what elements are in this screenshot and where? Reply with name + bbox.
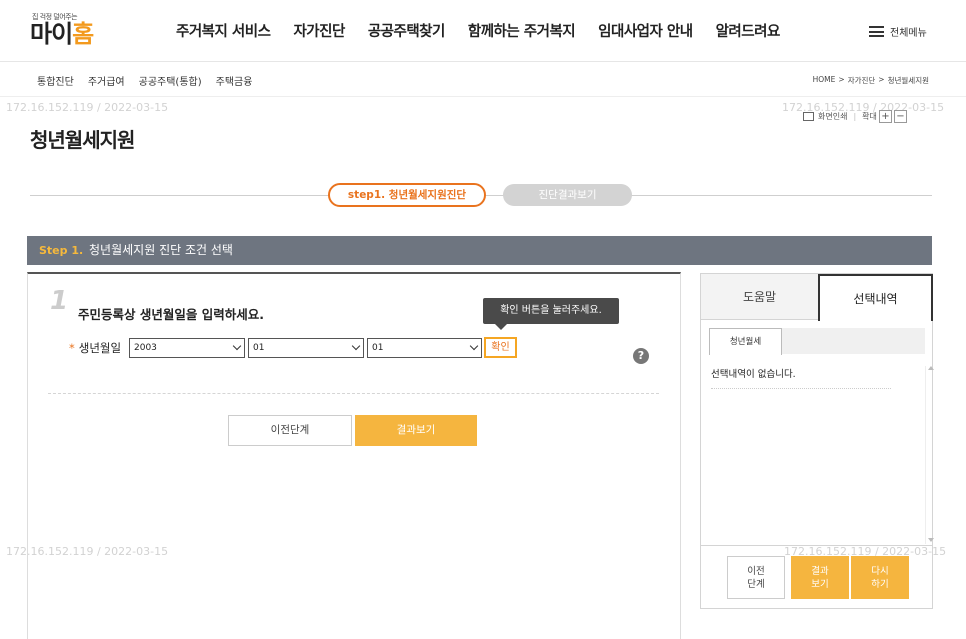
birth-year-value: 2003 (134, 343, 157, 353)
side-view-result-button[interactable]: 결과 보기 (791, 556, 849, 599)
gnb-item-housing-welfare[interactable]: 주거복지 서비스 (176, 20, 271, 41)
scroll-up-icon[interactable] (928, 366, 934, 370)
page-title: 청년월세지원 (30, 128, 135, 152)
watermark: 172.16.152.119 / 2022-03-15 (6, 101, 169, 114)
watermark: 172.16.152.119 / 2022-03-15 (784, 545, 947, 558)
section-step-number: Step 1. (39, 244, 84, 257)
breadcrumb-home[interactable]: HOME (813, 75, 836, 86)
tab-help[interactable]: 도움말 (701, 274, 818, 320)
gnb-item-together-welfare[interactable]: 함께하는 주거복지 (468, 20, 576, 41)
birthdate-label: * 생년월일 (69, 341, 122, 355)
site-header: 집 걱정 덜어주는 마이홈 주거복지 서비스 자가진단 공공주택찾기 함께하는 … (0, 0, 966, 62)
scroll-down-icon[interactable] (928, 538, 934, 542)
all-menu-label: 전체메뉴 (890, 28, 927, 39)
section-title: 청년월세지원 진단 조건 선택 (89, 243, 233, 257)
breadcrumb-current: 청년월세지원 (887, 76, 929, 85)
diagnosis-form-box (27, 272, 681, 639)
required-mark: * (69, 341, 75, 355)
step2-indicator: 진단결과보기 (503, 184, 632, 206)
side-panel: 도움말 선택내역 청년월세 선택내역이 없습니다. 이전 단계 결과 보기 다시 하기 (700, 273, 934, 609)
scrollbar[interactable] (925, 366, 934, 544)
site-logo[interactable]: 집 걱정 덜어주는 마이홈 (30, 12, 94, 48)
gnb-item-notices[interactable]: 알려드려요 (716, 20, 781, 41)
birth-day-select[interactable]: 01 (367, 338, 482, 358)
hamburger-icon (869, 26, 884, 37)
prev-step-button[interactable]: 이전단계 (228, 415, 352, 446)
breadcrumb-sep: > (878, 75, 885, 84)
side-prev-step-button[interactable]: 이전 단계 (727, 556, 785, 599)
chevron-down-icon (351, 341, 361, 351)
logo-brand-main: 마이 (30, 20, 73, 48)
birth-day-value: 01 (372, 343, 384, 353)
confirm-tooltip: 확인 버튼을 눌러주세요. (483, 298, 619, 330)
page-tools: 화면인쇄 | 확대 + − (803, 110, 907, 123)
print-button[interactable]: 화면인쇄 (818, 111, 847, 122)
breadcrumb-self-diagnosis[interactable]: 자가진단 (848, 75, 876, 86)
gnb-item-self-diagnosis[interactable]: 자가진단 (293, 20, 345, 41)
selection-list: 선택내역이 없습니다. (709, 354, 934, 544)
zoom-in-button[interactable]: + (878, 110, 892, 123)
gnb-item-landlord-guide[interactable]: 임대사업자 안내 (598, 20, 693, 41)
logo-brand-accent: 홈 (72, 20, 94, 48)
breadcrumb-sep: > (838, 75, 845, 84)
view-result-button[interactable]: 결과보기 (355, 415, 477, 446)
tab-selected-items[interactable]: 선택내역 (818, 274, 933, 321)
tab-youth-rent[interactable]: 청년월세 (709, 328, 782, 355)
subnav-integrated[interactable]: 통합진단 (37, 73, 74, 88)
sub-nav: 통합진단 주거급여 공공주택(통합) 주택금융 HOME > 자가진단 > 청년… (0, 62, 966, 97)
divider (48, 393, 659, 394)
chevron-down-icon (469, 341, 479, 351)
breadcrumb: HOME > 자가진단 > 청년월세지원 (813, 75, 929, 86)
subnav-public-housing[interactable]: 공공주택(통합) (139, 73, 202, 88)
all-menu-button[interactable]: 전체메뉴 (869, 24, 927, 39)
birth-month-select[interactable]: 01 (248, 338, 364, 358)
question-number: 1 (50, 286, 69, 316)
step1-indicator: step1. 청년월세지원진단 (328, 183, 486, 207)
global-nav: 주거복지 서비스 자가진단 공공주택찾기 함께하는 주거복지 임대사업자 안내 … (176, 20, 803, 41)
question-title: 주민등록상 생년월일을 입력하세요. (78, 307, 264, 322)
help-icon[interactable]: ? (633, 348, 649, 364)
chevron-down-icon (232, 341, 242, 351)
zoom-out-button[interactable]: − (893, 110, 907, 123)
empty-selection-message: 선택내역이 없습니다. (711, 366, 891, 389)
zoom-label: 확대 (862, 112, 877, 121)
birth-year-select[interactable]: 2003 (129, 338, 245, 358)
print-icon (803, 112, 814, 121)
subnav-housing-finance[interactable]: 주택금융 (216, 73, 253, 88)
section-header: Step 1. 청년월세지원 진단 조건 선택 (27, 236, 932, 265)
gnb-item-public-housing[interactable]: 공공주택찾기 (368, 20, 446, 41)
subnav-housing-benefit[interactable]: 주거급여 (88, 73, 125, 88)
confirm-button[interactable]: 확인 (484, 337, 517, 358)
side-retry-button[interactable]: 다시 하기 (851, 556, 909, 599)
birth-month-value: 01 (253, 343, 265, 353)
